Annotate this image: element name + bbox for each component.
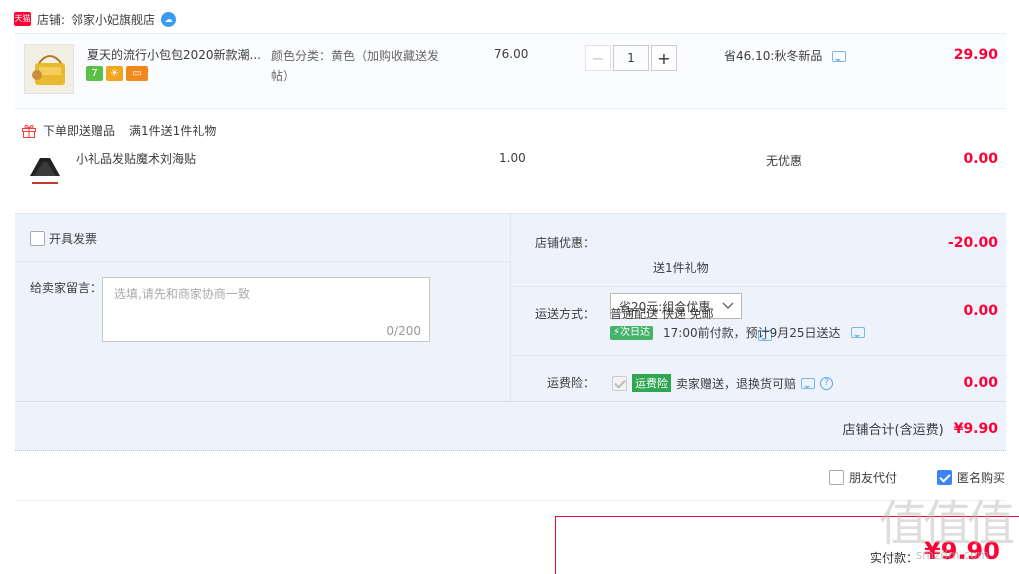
item-sku-line-1: 颜色分类：黄色（加购收藏送发 — [271, 49, 440, 63]
gift-thumbnail[interactable] — [24, 150, 66, 192]
watermark-text: smzdm.com — [916, 548, 989, 562]
order-options-panel: 开具发票 给卖家留言： 选填,请先和商家协商一致 0/200 店铺优惠： 省20… — [15, 213, 1006, 451]
panel-divider — [510, 214, 511, 401]
invoice-option[interactable]: 开具发票 — [30, 230, 97, 247]
memo-label: 给卖家留言： — [30, 281, 103, 295]
divider — [15, 401, 1006, 402]
help-icon[interactable]: ? — [820, 376, 834, 390]
divider — [511, 286, 1006, 287]
memo-placeholder: 选填,请先和商家协商一致 — [114, 287, 250, 301]
gift-icon — [22, 124, 36, 138]
gift-subtotal: 0.00 — [963, 151, 998, 167]
item-service-icons: 7 ☀ ▭ — [86, 65, 151, 81]
nextday-badge-label: 次日达 — [620, 326, 651, 338]
watermark-logo: 值值值 — [878, 496, 1015, 552]
anonymous-checkbox[interactable] — [937, 470, 952, 485]
seven-day-return-icon[interactable]: 7 — [86, 66, 103, 81]
promo-label: 店铺优惠： — [535, 236, 596, 250]
insurance-option: 运费险 卖家赠送，退换货可赔 ? — [612, 374, 834, 392]
shipping-method: 普通配送 快递 免邮 — [610, 307, 714, 321]
gift-header-label: 下单即送赠品 — [43, 124, 116, 138]
gift-title-link[interactable]: 小礼品发贴魔术刘海贴 — [76, 150, 196, 167]
gift-rule-label: 满1件送1件礼物 — [129, 124, 217, 138]
gift-price: 1.00 — [499, 151, 526, 165]
promo-amount: -20.00 — [947, 235, 998, 251]
quantity-decrease-button[interactable]: − — [585, 45, 611, 71]
quantity-input[interactable]: 1 — [613, 45, 649, 71]
invoice-label: 开具发票 — [49, 232, 98, 246]
divider — [511, 355, 1006, 356]
shipping-eta-text: 17:00前付款，预计9月25日送达 — [663, 326, 841, 340]
shipping-info-icon[interactable] — [850, 327, 865, 338]
insurance-checkbox[interactable] — [612, 375, 627, 391]
shipping-amount: 0.00 — [963, 303, 998, 319]
memo-textarea[interactable]: 选填,请先和商家协商一致 0/200 — [102, 277, 430, 342]
insurance-amount: 0.00 — [963, 375, 998, 391]
gift-discount-text: 无优惠 — [766, 154, 803, 168]
divider — [15, 500, 1006, 501]
item-unit-price: 76.00 — [494, 47, 529, 61]
card-icon[interactable]: ▭ — [126, 66, 148, 81]
shop-total: 店铺合计(含运费) ¥9.90 — [842, 419, 998, 439]
shop-header: 天猫 店铺: 邻家小妃旗舰店 ☁ — [14, 8, 177, 30]
insurance-chat-icon[interactable] — [801, 377, 816, 389]
chevron-down-icon — [722, 302, 734, 309]
chat-wangwang-icon[interactable]: ☁ — [161, 11, 177, 27]
promo-gift-note: 送1件礼物 — [653, 261, 709, 275]
memo-counter: 0/200 — [386, 324, 421, 338]
tmall-logo-icon: 天猫 — [14, 12, 31, 26]
item-discount: 省46.10:秋冬新品 — [724, 47, 847, 64]
invoice-checkbox[interactable] — [30, 231, 45, 246]
item-sku: 颜色分类：黄色（加购收藏送发 帖） — [271, 46, 439, 86]
item-subtotal: 29.90 — [953, 47, 998, 63]
nextday-badge: ⚡次日达 — [610, 325, 654, 340]
insurance-desc: 卖家赠送，退换货可赔 — [676, 376, 797, 391]
friend-pay-checkbox[interactable] — [829, 470, 844, 485]
item-thumbnail[interactable] — [24, 44, 74, 94]
sun-icon[interactable]: ☀ — [106, 66, 123, 81]
shipping-eta: ⚡次日达 17:00前付款，预计9月25日送达 — [610, 324, 865, 341]
quantity-stepper: − 1 + — [585, 45, 677, 71]
gift-section: 下单即送赠品 满1件送1件礼物 小礼品发贴魔术刘海贴 1.00 无优惠 0.00 — [15, 116, 1006, 212]
discount-info-icon[interactable] — [832, 51, 847, 62]
quantity-increase-button[interactable]: + — [651, 45, 677, 71]
gift-header: 下单即送赠品 满1件送1件礼物 — [21, 122, 216, 139]
item-title-link[interactable]: 夏天的流行小包包2020新款潮... — [87, 46, 261, 63]
shop-total-label: 店铺合计(含运费) — [842, 423, 944, 438]
shop-total-amount: ¥9.90 — [953, 420, 998, 437]
shop-name-label: 店铺: — [37, 12, 66, 27]
insurance-label: 运费险： — [547, 376, 596, 390]
item-discount-text: 省46.10:秋冬新品 — [724, 49, 823, 63]
cart-item-row: 夏天的流行小包包2020新款潮... 7 ☀ ▭ 颜色分类：黄色（加购收藏送发 帖）… — [15, 33, 1006, 109]
divider — [15, 261, 510, 262]
insurance-badge: 运费险 — [632, 374, 671, 392]
item-sku-line-2: 帖） — [271, 69, 296, 83]
shop-name-link[interactable]: 邻家小妃旗舰店 — [71, 11, 155, 28]
shipping-label: 运送方式： — [535, 307, 596, 321]
